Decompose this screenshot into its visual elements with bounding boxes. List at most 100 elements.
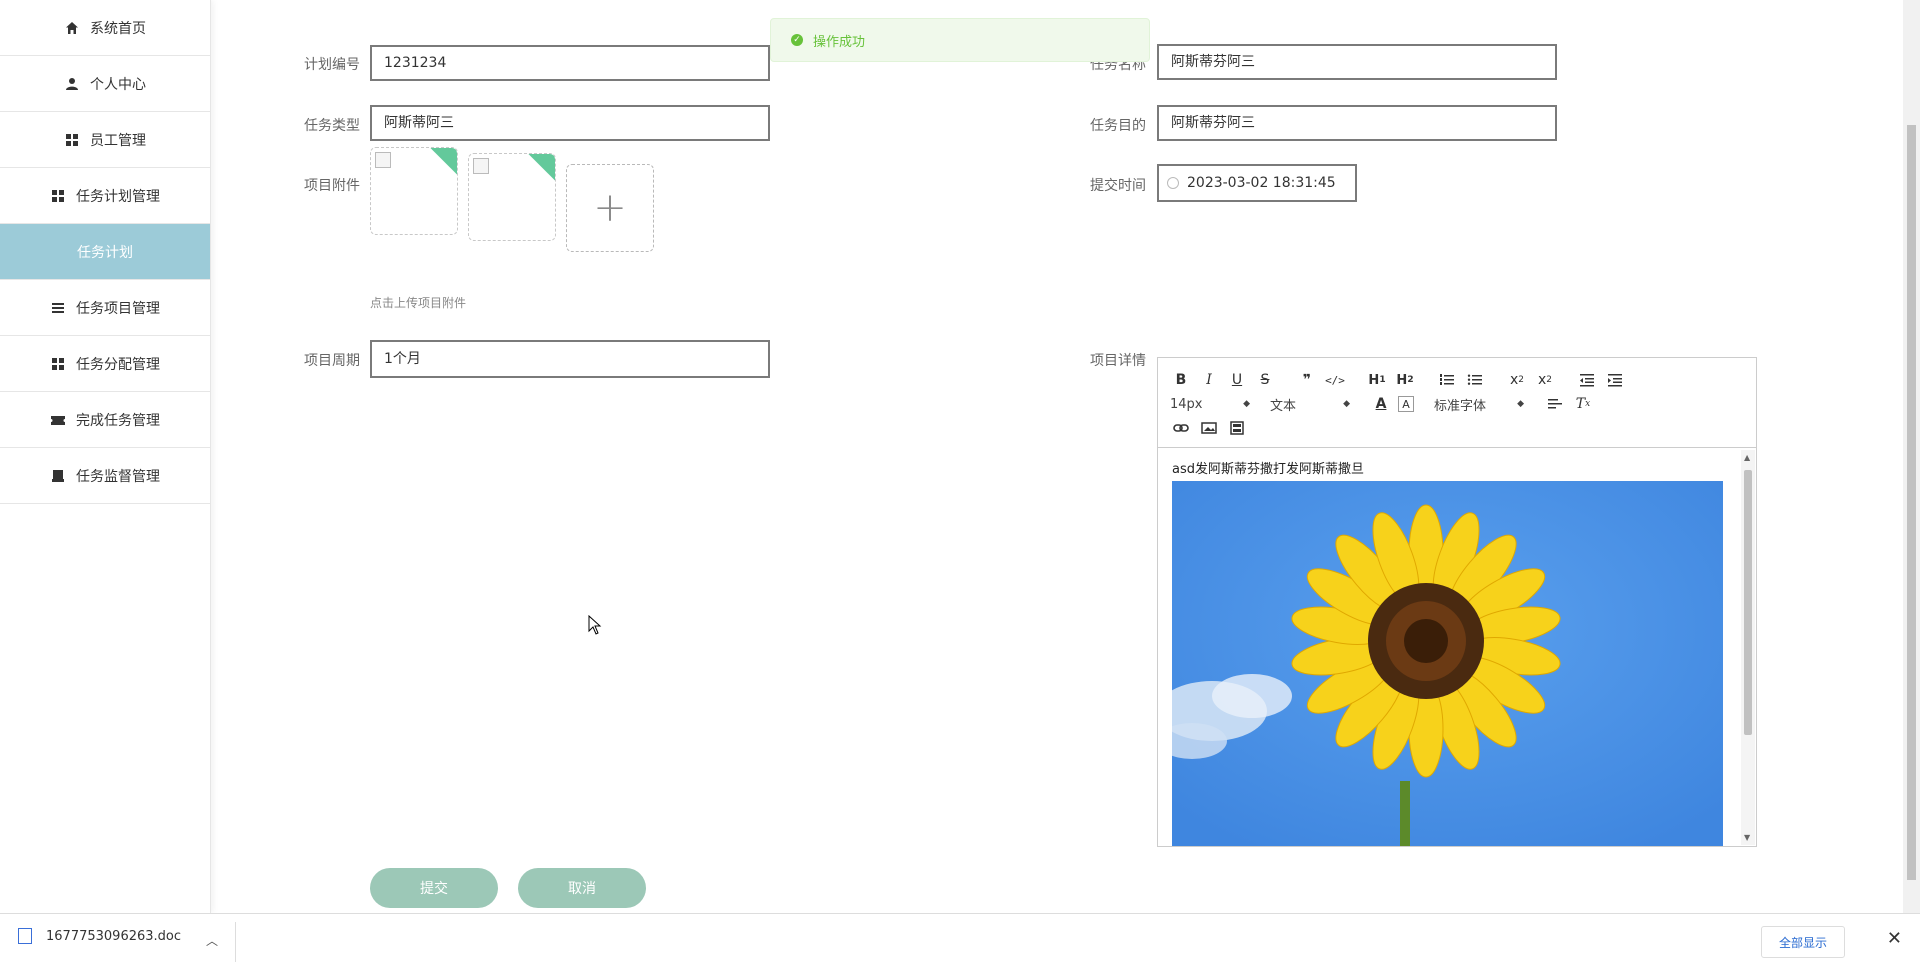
sidebar-item-label: 任务项目管理 <box>76 300 160 317</box>
italic-icon[interactable]: I <box>1198 369 1220 391</box>
chevron-up-icon[interactable]: ︿ <box>206 932 218 949</box>
submit-button[interactable]: 提交 <box>370 868 498 908</box>
block-format-value: 文本 <box>1270 398 1297 414</box>
image-icon[interactable] <box>1198 417 1220 439</box>
sidebar-item-completed-task-management[interactable]: 完成任务管理 <box>0 392 210 448</box>
rich-text-editor[interactable]: B I U S ❞ </> H1 H2 x2 x2 14px ◆ 文本 ◆ A … <box>1157 357 1757 847</box>
show-all-button[interactable]: 全部显示 <box>1761 926 1845 958</box>
list-icon <box>50 300 66 316</box>
sunflower-image <box>1172 481 1723 846</box>
underline-icon[interactable]: U <box>1226 369 1248 391</box>
editor-scrollbar[interactable]: ▲ ▼ <box>1741 450 1755 845</box>
code-icon[interactable]: </> <box>1324 369 1346 391</box>
sidebar-item-label: 完成任务管理 <box>76 412 160 429</box>
link-icon[interactable] <box>1170 417 1192 439</box>
attachment-label: 项目附件 <box>304 178 360 194</box>
font-size-value: 14px <box>1170 396 1203 412</box>
sidebar-item-task-project-management[interactable]: 任务项目管理 <box>0 280 210 336</box>
success-toast: ✓ 操作成功 <box>770 18 1150 62</box>
submit-time-picker[interactable]: 2023-03-02 18:31:45 <box>1157 164 1357 202</box>
plus-icon: + <box>593 185 627 231</box>
download-item[interactable]: 1677753096263.doc <box>18 928 181 944</box>
attachment-thumbnail[interactable] <box>370 147 458 235</box>
scroll-up-icon[interactable]: ▲ <box>1744 453 1750 462</box>
font-family-select[interactable]: 标准字体 ◆ <box>1434 395 1524 414</box>
select-arrow-icon: ◆ <box>1343 399 1350 409</box>
attachment-hint: 点击上传项目附件 <box>370 296 467 310</box>
broken-image-icon <box>375 152 391 168</box>
download-file-name: 1677753096263.doc <box>46 928 182 944</box>
close-icon[interactable]: ✕ <box>1887 928 1902 949</box>
superscript-icon[interactable]: x2 <box>1534 369 1556 391</box>
toast-message: 操作成功 <box>813 34 866 50</box>
sidebar-item-employees[interactable]: 员工管理 <box>0 112 210 168</box>
task-name-input[interactable]: 阿斯蒂芬阿三 <box>1157 44 1557 80</box>
cancel-button[interactable]: 取消 <box>518 868 646 908</box>
task-type-input[interactable]: 阿斯蒂阿三 <box>370 105 770 141</box>
detail-label: 项目详情 <box>1090 353 1146 369</box>
sidebar-item-task-supervision-management[interactable]: 任务监督管理 <box>0 448 210 504</box>
editor-content[interactable]: asd发阿斯蒂芬撒打发阿斯蒂撒旦 <box>1158 448 1756 846</box>
select-arrow-icon: ◆ <box>1243 399 1250 409</box>
background-color-icon[interactable]: A <box>1398 396 1414 412</box>
video-icon[interactable] <box>1226 417 1248 439</box>
home-icon <box>64 20 80 36</box>
grid-icon <box>50 356 66 372</box>
font-size-select[interactable]: 14px ◆ <box>1170 397 1250 412</box>
heading2-icon[interactable]: H2 <box>1394 369 1416 391</box>
select-arrow-icon: ◆ <box>1517 399 1524 409</box>
upload-success-badge <box>525 154 555 183</box>
sidebar-item-label: 员工管理 <box>90 132 146 149</box>
upload-success-badge <box>427 148 457 177</box>
bold-icon[interactable]: B <box>1170 369 1192 391</box>
bullet-list-icon[interactable] <box>1464 369 1486 391</box>
sidebar-item-label: 个人中心 <box>90 76 146 93</box>
sidebar-item-label: 任务分配管理 <box>76 356 160 373</box>
sidebar-item-task-plan-management[interactable]: 任务计划管理 <box>0 168 210 224</box>
subscript-icon[interactable]: x2 <box>1506 369 1528 391</box>
editor-text: asd发阿斯蒂芬撒打发阿斯蒂撒旦 <box>1172 462 1364 477</box>
sidebar-item-label: 任务计划管理 <box>76 188 160 205</box>
page-scrollbar-thumb[interactable] <box>1907 125 1916 880</box>
clock-icon <box>1167 177 1179 189</box>
outdent-icon[interactable] <box>1576 369 1598 391</box>
task-type-label: 任务类型 <box>304 118 360 134</box>
user-icon <box>64 76 80 92</box>
grid-icon <box>64 132 80 148</box>
ticket-icon <box>50 412 66 428</box>
download-bar-divider <box>235 922 236 962</box>
submit-time-label: 提交时间 <box>1090 178 1146 194</box>
upload-button[interactable]: + <box>566 164 654 252</box>
broken-image-icon <box>473 158 489 174</box>
period-input[interactable]: 1个月 <box>370 340 770 378</box>
document-icon <box>18 928 32 944</box>
heading1-icon[interactable]: H1 <box>1366 369 1388 391</box>
block-format-select[interactable]: 文本 ◆ <box>1270 395 1350 414</box>
clear-format-icon[interactable]: Tx <box>1572 393 1594 415</box>
submit-time-value: 2023-03-02 18:31:45 <box>1187 175 1336 191</box>
font-family-value: 标准字体 <box>1434 398 1487 414</box>
sidebar: 系统首页 个人中心 员工管理 任务计划管理 任务计划 任务项目管理 任务分配管理 <box>0 0 211 913</box>
blockquote-icon[interactable]: ❞ <box>1296 369 1318 391</box>
sidebar-subitem-task-plan[interactable]: 任务计划 <box>0 224 210 280</box>
period-label: 项目周期 <box>304 353 360 369</box>
download-bar: 1677753096263.doc ︿ 全部显示 ✕ <box>0 913 1920 968</box>
plan-no-input[interactable]: 1231234 <box>370 45 770 81</box>
sidebar-item-home[interactable]: 系统首页 <box>0 0 210 56</box>
editor-scrollbar-thumb[interactable] <box>1744 470 1752 735</box>
inbox-icon <box>50 468 66 484</box>
editor-toolbar: B I U S ❞ </> H1 H2 x2 x2 14px ◆ 文本 ◆ A … <box>1158 358 1756 448</box>
sidebar-item-label: 系统首页 <box>90 20 146 37</box>
check-circle-icon: ✓ <box>791 34 803 46</box>
scroll-down-icon[interactable]: ▼ <box>1744 833 1750 842</box>
strikethrough-icon[interactable]: S <box>1254 369 1276 391</box>
font-color-icon[interactable]: A <box>1370 393 1392 415</box>
sidebar-item-task-assignment-management[interactable]: 任务分配管理 <box>0 336 210 392</box>
task-goal-input[interactable]: 阿斯蒂芬阿三 <box>1157 105 1557 141</box>
sidebar-item-profile[interactable]: 个人中心 <box>0 56 210 112</box>
page-scrollbar[interactable] <box>1903 0 1920 913</box>
ordered-list-icon[interactable] <box>1436 369 1458 391</box>
align-icon[interactable] <box>1544 393 1566 415</box>
indent-icon[interactable] <box>1604 369 1626 391</box>
attachment-thumbnail[interactable] <box>468 153 556 241</box>
